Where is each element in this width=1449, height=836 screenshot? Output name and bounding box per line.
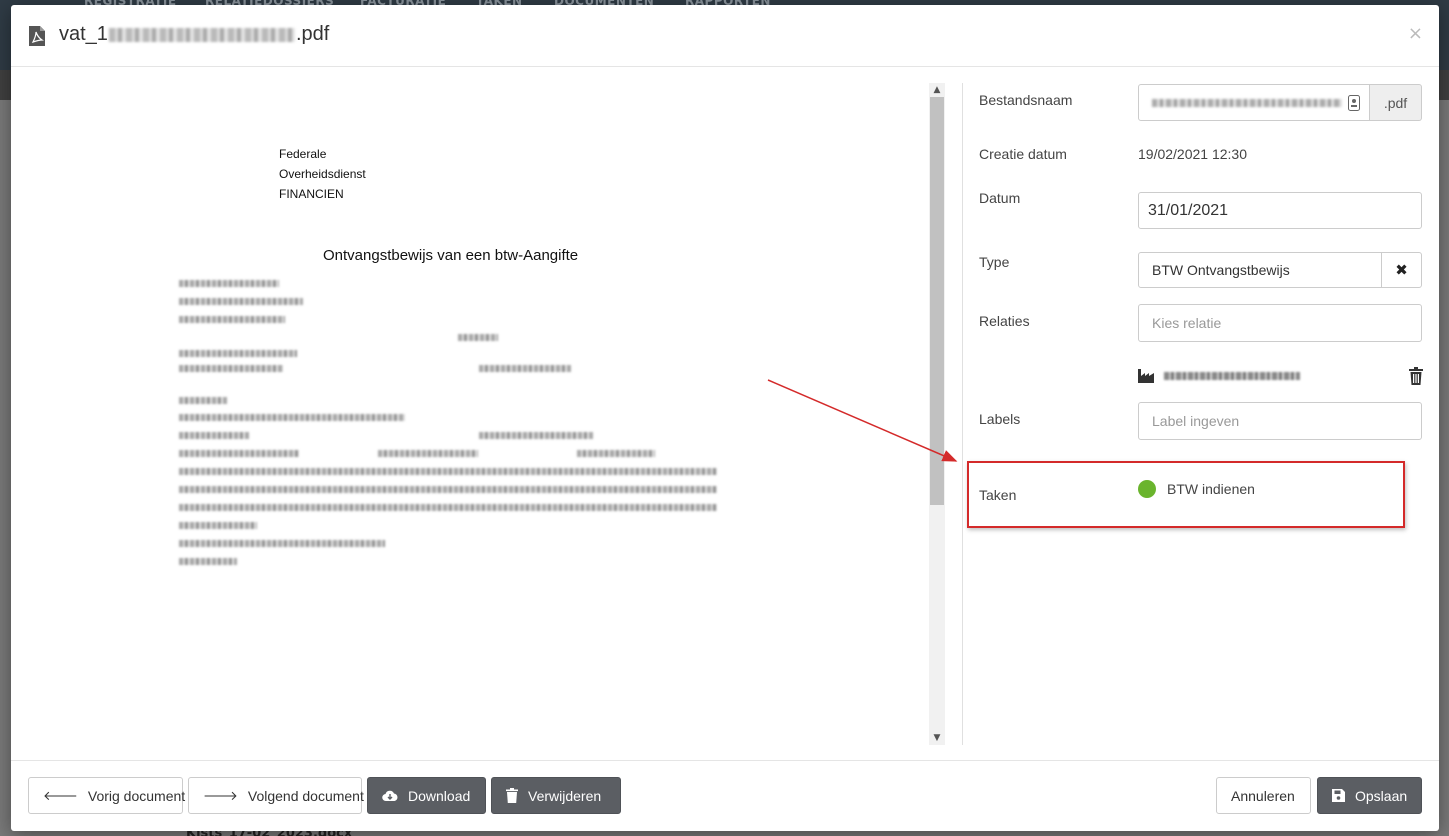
labels-label: Labels	[979, 411, 1021, 427]
save-label: Opslaan	[1355, 787, 1408, 804]
redacted-text	[179, 432, 249, 439]
redacted-text	[179, 522, 257, 529]
redacted-filename	[1152, 98, 1342, 107]
filename-extension: .pdf	[1370, 84, 1422, 121]
relation-item	[1138, 367, 1423, 385]
pdf-viewer[interactable]: Federale Overheidsdienst FINANCIEN Ontva…	[11, 83, 945, 745]
delete-relation-icon[interactable]	[1409, 367, 1423, 385]
relations-label: Relaties	[979, 313, 1030, 329]
cancel-label: Annuleren	[1231, 787, 1295, 804]
download-label: Download	[408, 787, 471, 804]
redacted-text	[179, 316, 285, 323]
pdf-sender-line: Federale	[279, 147, 327, 161]
date-input[interactable]: 31/01/2021	[1138, 192, 1422, 229]
download-button[interactable]: Download	[367, 777, 486, 814]
clear-type-icon[interactable]: ✖	[1381, 252, 1422, 288]
redacted-text	[179, 365, 283, 372]
redacted-filename	[108, 27, 295, 42]
factory-icon	[1138, 369, 1154, 383]
trash-icon	[506, 788, 518, 803]
redacted-text	[577, 450, 655, 457]
redacted-text	[179, 414, 405, 421]
type-select[interactable]: BTW Ontvangstbewijs	[1138, 252, 1382, 288]
save-button[interactable]: Opslaan	[1317, 777, 1422, 814]
floppy-disk-icon	[1332, 789, 1345, 802]
scroll-thumb[interactable]	[930, 97, 944, 505]
next-document-label: Volgend document	[247, 787, 364, 804]
pdf-sender-line: FINANCIEN	[279, 187, 344, 201]
type-label: Type	[979, 254, 1010, 270]
modal-header: vat_1 .pdf ×	[11, 5, 1439, 67]
document-modal: vat_1 .pdf × Federale Overheidsdienst FIN…	[11, 5, 1439, 831]
title-prefix: vat_1	[59, 23, 108, 45]
cloud-download-icon	[382, 790, 398, 802]
redacted-text	[458, 334, 498, 341]
contact-card-icon	[1348, 95, 1360, 111]
cancel-button[interactable]: Annuleren	[1216, 777, 1311, 814]
filename-input[interactable]	[1138, 84, 1370, 121]
redacted-text	[179, 540, 385, 547]
filename-label: Bestandsnaam	[979, 92, 1073, 108]
redacted-text	[479, 365, 571, 372]
redacted-text	[179, 397, 227, 404]
redacted-text	[179, 280, 279, 287]
pdf-file-icon	[29, 26, 45, 46]
pdf-heading: Ontvangstbewijs van een btw-Aangifte	[323, 247, 579, 264]
redacted-text	[179, 558, 237, 565]
pdf-sender-line: Overheidsdienst	[279, 167, 366, 181]
next-document-button[interactable]: 🡒 Volgend document	[188, 777, 364, 814]
arrow-left-icon: 🡐	[43, 787, 78, 803]
pdf-page: Federale Overheidsdienst FINANCIEN Ontva…	[11, 83, 929, 745]
title-suffix: .pdf	[295, 23, 330, 45]
created-label: Creatie datum	[979, 146, 1067, 162]
redacted-text	[378, 450, 478, 457]
redacted-text	[179, 504, 717, 511]
delete-button[interactable]: Verwijderen	[491, 777, 621, 814]
close-icon[interactable]: ×	[1408, 23, 1423, 44]
scroll-up-icon[interactable]: ▲	[929, 83, 945, 97]
delete-label: Verwijderen	[528, 787, 602, 804]
modal-title: vat_1 .pdf	[59, 23, 329, 46]
redacted-text	[179, 298, 303, 305]
previous-document-label: Vorig document	[87, 787, 186, 804]
redacted-text	[179, 350, 297, 357]
arrow-right-icon: 🡒	[203, 787, 238, 803]
redacted-text	[179, 468, 717, 475]
scroll-down-icon[interactable]: ▼	[929, 731, 945, 745]
created-value: 19/02/2021 12:30	[1138, 146, 1247, 162]
pdf-scrollbar[interactable]: ▲ ▼	[929, 83, 945, 745]
previous-document-button[interactable]: 🡐 Vorig document	[28, 777, 186, 814]
redacted-text	[179, 486, 717, 493]
relations-input[interactable]: Kies relatie	[1138, 304, 1422, 342]
redacted-text	[479, 432, 593, 439]
labels-input[interactable]: Label ingeven	[1138, 402, 1422, 440]
redacted-relation-name	[1164, 372, 1300, 380]
annotation-highlight-box	[967, 461, 1405, 528]
panel-divider	[962, 83, 963, 745]
redacted-text	[179, 450, 299, 457]
date-label: Datum	[979, 190, 1021, 206]
